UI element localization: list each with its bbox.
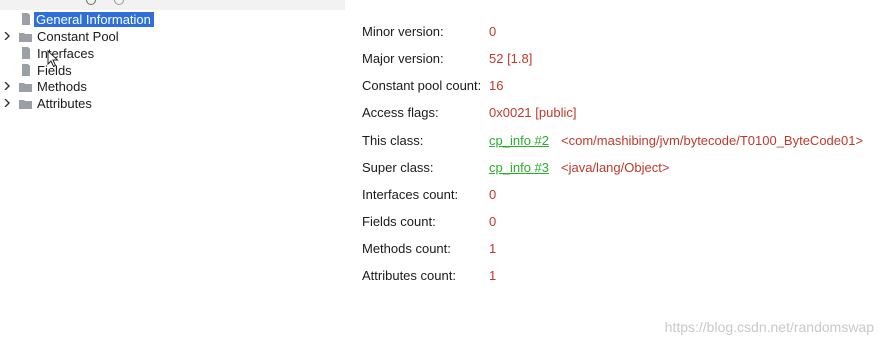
file-icon — [22, 64, 30, 76]
field-label: Access flags: — [362, 105, 439, 120]
row-major-version: Major version: 52 [1.8] — [345, 49, 888, 69]
field-label: Fields count: — [362, 214, 436, 229]
chevron-right-icon[interactable] — [3, 82, 11, 90]
tree-item-label: General Information — [34, 12, 154, 27]
general-information-panel: Minor version: 0 Major version: 52 [1.8]… — [345, 10, 888, 345]
row-constant-pool-count: Constant pool count: 16 — [345, 76, 888, 96]
field-value: 0 — [489, 214, 497, 229]
folder-icon — [19, 100, 32, 109]
field-label: Attributes count: — [362, 268, 456, 283]
row-methods-count: Methods count: 1 — [345, 239, 888, 259]
tree-item-fields[interactable]: Fields — [0, 62, 300, 79]
field-label: Major version: — [362, 51, 444, 66]
super-class-name: <java/lang/Object> — [561, 160, 670, 175]
field-value: 16 — [489, 78, 504, 93]
help-icon[interactable] — [114, 0, 124, 5]
tree-item-methods[interactable]: Methods — [0, 78, 300, 95]
field-value: cp_info #3 <java/lang/Object> — [489, 160, 669, 175]
class-viewer-window: General Information Constant Pool Interf… — [0, 0, 888, 345]
tree-item-label: Attributes — [37, 96, 92, 111]
structure-tree: General Information Constant Pool Interf… — [0, 10, 345, 345]
chevron-right-icon[interactable] — [3, 99, 11, 107]
tree-item-label: Interfaces — [37, 46, 95, 61]
chevron-right-icon[interactable] — [3, 32, 11, 40]
field-value: 0 — [489, 24, 497, 39]
field-label: Minor version: — [362, 24, 444, 39]
field-value: 1 — [489, 268, 497, 283]
folder-icon — [19, 83, 32, 92]
tree-item-constant-pool[interactable]: Constant Pool — [0, 28, 300, 45]
row-attributes-count: Attributes count: 1 — [345, 266, 888, 286]
row-super-class: Super class: cp_info #3 <java/lang/Object… — [345, 158, 888, 178]
file-icon — [22, 47, 30, 59]
mouse-cursor-icon — [47, 50, 59, 68]
field-label: Super class: — [362, 160, 434, 175]
row-minor-version: Minor version: 0 — [345, 22, 888, 42]
super-class-cp-link[interactable]: cp_info #3 — [489, 160, 549, 175]
field-label: Constant pool count: — [362, 78, 482, 93]
row-this-class: This class: cp_info #2 <com/mashibing/jvm… — [345, 131, 888, 151]
this-class-cp-link[interactable]: cp_info #2 — [489, 133, 549, 148]
row-fields-count: Fields count: 0 — [345, 212, 888, 232]
field-value: 1 — [489, 241, 497, 256]
field-label: Methods count: — [362, 241, 451, 256]
field-label: Interfaces count: — [362, 187, 459, 202]
refresh-icon[interactable] — [86, 0, 96, 5]
row-access-flags: Access flags: 0x0021 [public] — [345, 103, 888, 123]
this-class-name: <com/mashibing/jvm/bytecode/T0100_ByteCo… — [561, 133, 864, 148]
field-value: cp_info #2 <com/mashibing/jvm/bytecode/T0… — [489, 133, 863, 148]
folder-icon — [19, 33, 32, 42]
file-icon — [22, 13, 30, 25]
field-label: This class: — [362, 133, 424, 148]
row-interfaces-count: Interfaces count: 0 — [345, 185, 888, 205]
field-value: 0 — [489, 187, 497, 202]
tree-item-label: Constant Pool — [37, 29, 119, 44]
watermark: https://blog.csdn.net/randomswap — [664, 319, 874, 335]
field-value: 0x0021 [public] — [489, 105, 577, 120]
tree-item-general-information[interactable]: General Information — [0, 11, 300, 28]
field-value: 52 [1.8] — [489, 51, 533, 66]
tree-item-label: Methods — [37, 79, 87, 94]
tree-item-attributes[interactable]: Attributes — [0, 95, 300, 112]
tree-item-interfaces[interactable]: Interfaces — [0, 45, 300, 62]
